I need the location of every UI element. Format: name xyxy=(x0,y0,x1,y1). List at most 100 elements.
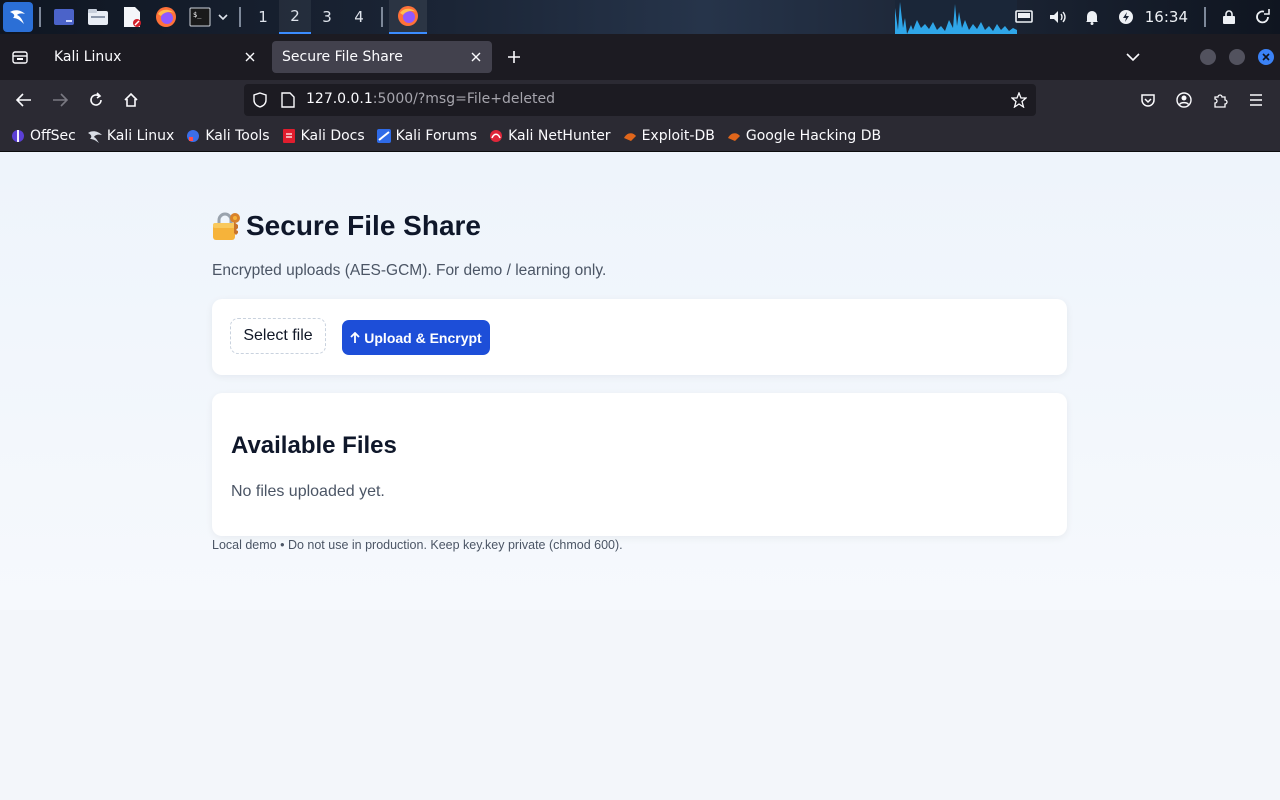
workspace-1[interactable]: 1 xyxy=(247,0,279,34)
page-title: Secure File Share xyxy=(212,210,481,242)
kali-menu-button[interactable] xyxy=(3,2,33,32)
bookmarks-toolbar: OffSec Kali Linux Kali Tools Kali Docs K… xyxy=(0,120,1280,152)
workspace-2[interactable]: 2 xyxy=(279,0,311,34)
cpu-graph-icon xyxy=(895,0,1017,34)
navigation-toolbar: 127.0.0.1:5000/?msg=File+deleted xyxy=(0,80,1280,120)
ghdb-icon xyxy=(726,128,742,144)
firefox-launcher[interactable] xyxy=(154,5,178,29)
kali-forums-icon xyxy=(376,128,392,144)
reload-icon xyxy=(90,92,102,106)
power-icon xyxy=(1118,10,1133,24)
lock-screen-button[interactable] xyxy=(1217,5,1241,29)
close-window-button[interactable] xyxy=(1258,49,1274,65)
url-text: 127.0.0.1:5000/?msg=File+deleted xyxy=(306,91,555,107)
bookmark-label: OffSec xyxy=(30,127,76,144)
launcher-dropdown[interactable] xyxy=(217,5,229,29)
tab-close-button[interactable] xyxy=(242,49,258,65)
tracking-protection-button[interactable] xyxy=(252,92,268,108)
bookmark-kali-nethunter[interactable]: Kali NetHunter xyxy=(488,127,611,144)
bookmark-star-button[interactable] xyxy=(1011,92,1027,108)
panel-separator xyxy=(381,7,383,27)
upload-encrypt-button[interactable]: Upload & Encrypt xyxy=(342,320,490,355)
nethunter-icon xyxy=(488,128,504,144)
svg-text:$_: $_ xyxy=(193,11,202,19)
site-info-button[interactable] xyxy=(280,92,296,108)
bookmark-offsec[interactable]: OffSec xyxy=(10,128,76,144)
panel-separator xyxy=(239,7,241,27)
logout-icon xyxy=(1256,9,1270,24)
home-button[interactable] xyxy=(119,88,143,112)
top-panel: $_ 1 2 3 4 16:34 xyxy=(0,0,1280,34)
tab-close-button[interactable] xyxy=(468,49,484,65)
text-editor-launcher[interactable] xyxy=(120,5,144,29)
volume-button[interactable] xyxy=(1046,5,1070,29)
files-heading: Available Files xyxy=(231,432,397,459)
page-icon xyxy=(281,92,295,108)
footer-note: Local demo • Do not use in production. K… xyxy=(212,538,623,552)
select-file-button[interactable]: Select file xyxy=(230,318,326,354)
file-manager-launcher[interactable] xyxy=(86,5,110,29)
clock[interactable]: 16:34 xyxy=(1145,8,1188,26)
new-tab-button[interactable] xyxy=(502,45,526,69)
bookmark-kali-tools[interactable]: Kali Tools xyxy=(185,127,270,144)
bookmark-label: Kali NetHunter xyxy=(508,127,611,144)
bookmark-kali-forums[interactable]: Kali Forums xyxy=(376,128,477,144)
pocket-button[interactable] xyxy=(1136,88,1160,112)
taskbar-firefox-window[interactable] xyxy=(389,0,427,34)
upload-button-label: Upload & Encrypt xyxy=(364,329,482,346)
logout-button[interactable] xyxy=(1251,5,1275,29)
extensions-button[interactable] xyxy=(1208,88,1232,112)
terminal-launcher[interactable]: $_ xyxy=(188,5,212,29)
star-icon xyxy=(1011,92,1027,108)
list-all-tabs-button[interactable] xyxy=(1121,45,1145,69)
panel-separator xyxy=(1204,7,1206,27)
account-button[interactable] xyxy=(1172,88,1196,112)
address-bar[interactable]: 127.0.0.1:5000/?msg=File+deleted xyxy=(244,84,1036,116)
notification-bell-icon xyxy=(1085,11,1098,25)
page-title-text: Secure File Share xyxy=(246,210,482,241)
bookmark-label: Kali Linux xyxy=(106,127,175,144)
bookmark-label: Exploit-DB xyxy=(641,127,715,144)
bookmark-google-hacking-db[interactable]: Google Hacking DB xyxy=(726,128,881,144)
hamburger-menu-icon xyxy=(1250,94,1262,106)
firefox-view-button[interactable] xyxy=(0,34,40,80)
close-icon xyxy=(1262,53,1270,61)
bookmark-kali-docs[interactable]: Kali Docs xyxy=(281,128,365,144)
minimize-button[interactable] xyxy=(1200,49,1216,65)
bookmark-kali-linux[interactable]: Kali Linux xyxy=(87,128,174,144)
terminal-icon: $_ xyxy=(189,7,211,27)
display-button[interactable] xyxy=(1012,5,1036,29)
show-desktop-launcher[interactable] xyxy=(52,5,76,29)
account-icon xyxy=(1176,92,1192,108)
back-arrow-icon xyxy=(16,93,31,107)
text-editor-icon xyxy=(124,7,141,27)
power-manager-button[interactable] xyxy=(1114,5,1138,29)
workspace-4[interactable]: 4 xyxy=(343,0,375,34)
exploit-db-icon xyxy=(622,128,638,144)
close-icon xyxy=(245,52,255,62)
app-menu-button[interactable] xyxy=(1244,88,1268,112)
maximize-button[interactable] xyxy=(1229,49,1245,65)
plus-icon xyxy=(508,51,520,63)
tab-kali-linux[interactable]: Kali Linux xyxy=(44,41,266,73)
reload-button[interactable] xyxy=(84,88,108,112)
shield-icon xyxy=(253,92,267,108)
lock-icon xyxy=(1223,10,1235,24)
home-icon xyxy=(124,92,138,107)
bookmark-exploit-db[interactable]: Exploit-DB xyxy=(622,128,715,144)
cpu-graph xyxy=(895,0,1017,34)
panel-separator xyxy=(39,7,41,27)
notifications-button[interactable] xyxy=(1080,5,1104,29)
kali-dragon-icon xyxy=(87,128,103,144)
bookmark-label: Kali Tools xyxy=(205,127,270,144)
workspace-3[interactable]: 3 xyxy=(311,0,343,34)
forward-button[interactable] xyxy=(48,88,72,112)
tab-secure-file-share[interactable]: Secure File Share xyxy=(272,41,492,73)
chevron-down-icon xyxy=(218,14,228,21)
file-manager-icon xyxy=(88,9,108,25)
back-button[interactable] xyxy=(12,88,36,112)
page-background xyxy=(0,152,1280,610)
forward-arrow-icon xyxy=(53,93,68,107)
page-subtitle: Encrypted uploads (AES-GCM). For demo / … xyxy=(212,262,607,279)
tab-label: Kali Linux xyxy=(54,49,122,65)
